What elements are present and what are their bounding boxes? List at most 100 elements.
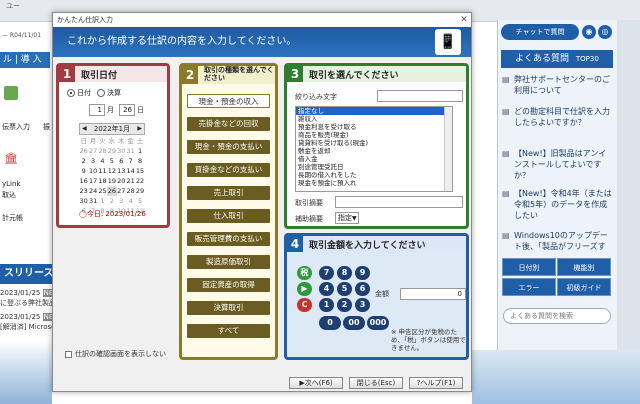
calendar-day[interactable]: 31 [88, 196, 97, 206]
calendar-day[interactable]: 22 [135, 176, 144, 186]
transaction-type-button-6[interactable]: 販売管理費の支払い [187, 232, 270, 246]
transaction-item[interactable]: 商品を販売(現金) [296, 131, 452, 139]
digit-key-00[interactable]: 00 [343, 316, 365, 330]
calendar-day[interactable]: 26 [79, 146, 88, 156]
transaction-item[interactable]: 長期の借入れをした [296, 171, 452, 179]
next-button[interactable]: ▶次へ(F6) [289, 377, 343, 389]
calendar-day[interactable]: 2 [107, 196, 116, 206]
calendar-day[interactable]: 27 [88, 146, 97, 156]
news-text[interactable]: [解消済] Microso [0, 322, 60, 332]
enter-key[interactable]: ▶ [297, 282, 312, 296]
faq-question-2[interactable]: 【New!】旧製品はアンインストールしてよいですか？ [502, 148, 612, 181]
transaction-type-button-4[interactable]: 売上取引 [187, 186, 270, 200]
calendar-day[interactable]: 21 [126, 176, 135, 186]
calendar-day[interactable]: 1 [135, 146, 144, 156]
faq-question-3[interactable]: 【New!】令和4年（または令和5年）のデータを作成したい [502, 188, 612, 221]
news-row[interactable]: 2023/01/25 NE [0, 312, 60, 322]
transaction-type-button-7[interactable]: 製造原価取引 [187, 255, 270, 269]
calendar-day[interactable]: 4 [126, 196, 135, 206]
next-month-icon[interactable]: ▶ [137, 124, 142, 134]
calendar-day[interactable]: 26 [107, 186, 117, 196]
transaction-type-button-1[interactable]: 売掛金などの回収 [187, 117, 270, 131]
calendar-day[interactable]: 2 [79, 156, 88, 166]
calendar-day[interactable]: 4 [98, 156, 107, 166]
digit-key-1[interactable]: 1 [319, 298, 334, 312]
calendar-day[interactable]: 23 [79, 186, 88, 196]
calendar-day[interactable]: 1 [98, 196, 107, 206]
transaction-item[interactable]: 雑収入 [296, 115, 452, 123]
calendar-day[interactable]: 8 [135, 156, 144, 166]
calendar-day[interactable]: 29 [107, 146, 116, 156]
calendar-day[interactable]: 27 [117, 186, 126, 196]
calendar-today[interactable]: ◯今日: 2023/01/26 [79, 209, 146, 219]
transaction-type-button-2[interactable]: 現金・預金の支払い [187, 140, 270, 154]
close-button[interactable]: 閉じる(Esc) [349, 377, 403, 389]
news-text[interactable]: に登ぶる弊社製品 [0, 298, 60, 308]
calendar-day[interactable]: 31 [126, 146, 135, 156]
transaction-type-button-5[interactable]: 仕入取引 [187, 209, 270, 223]
bg-label-1[interactable]: 振 [43, 122, 50, 132]
month-input[interactable]: 1 [89, 104, 105, 116]
calendar-day[interactable]: 18 [98, 176, 107, 186]
calendar-day[interactable]: 15 [135, 166, 144, 176]
faq-question-0[interactable]: 弊社サポートセンターのご利用について [502, 74, 612, 96]
transaction-item[interactable]: 敷金を返却 [296, 147, 452, 155]
beginner-guide-button[interactable]: 初級ガイド [557, 278, 611, 296]
radio-date[interactable]: 日付 [67, 88, 91, 98]
transaction-item[interactable]: 借入金 [296, 155, 452, 163]
summary-input[interactable] [335, 196, 463, 208]
calendar-day[interactable]: 3 [88, 156, 97, 166]
digit-key-8[interactable]: 8 [337, 266, 352, 280]
background-menu[interactable]: ル | 導 入 [0, 52, 50, 68]
transaction-list[interactable]: 指定なし 雑収入 預金利息を受け取る 商品を販売(現金) 貸貸料を受け取る(現金) 敷金を… [295, 106, 453, 192]
list-scrollbar[interactable] [444, 107, 452, 191]
filter-input[interactable] [377, 90, 463, 102]
calendar-day[interactable]: 3 [117, 196, 126, 206]
tax-key[interactable]: 税 [297, 266, 312, 280]
transaction-type-button-8[interactable]: 固定資産の取得 [187, 278, 270, 292]
chat-question-button[interactable]: チャットで質問 [501, 24, 579, 40]
calendar-day[interactable]: 13 [117, 166, 126, 176]
by-date-button[interactable]: 日付別 [502, 258, 556, 276]
faq-question-1[interactable]: どの勘定科目で仕訳を入力したらよいですか？ [502, 106, 612, 128]
settings-icon[interactable]: ◎ [598, 25, 612, 39]
calendar-day[interactable]: 16 [79, 176, 88, 186]
news-row[interactable]: 2023/01/25 NE [0, 288, 60, 298]
digit-key-4[interactable]: 4 [319, 282, 334, 296]
faq-search-input[interactable]: よくある質問を検索 [503, 308, 611, 324]
calendar-day[interactable]: 19 [107, 176, 116, 186]
digit-key-6[interactable]: 6 [355, 282, 370, 296]
help-button[interactable]: ?ヘルプ(F1) [409, 377, 463, 389]
digit-key-3[interactable]: 3 [355, 298, 370, 312]
transaction-item[interactable]: 別途管理受託日 [296, 163, 452, 171]
transaction-type-button-3[interactable]: 買掛金などの支払い [187, 163, 270, 177]
transaction-item[interactable]: 指定なし [296, 107, 452, 115]
aux-summary-select[interactable]: 指定▼ [335, 212, 359, 224]
bg-label-2[interactable]: yLink [2, 180, 20, 188]
calendar-day[interactable]: 30 [117, 146, 126, 156]
digit-key-9[interactable]: 9 [355, 266, 370, 280]
clear-key[interactable]: C [297, 298, 312, 312]
bg-label-0[interactable]: 伝票入力 [2, 122, 30, 132]
calendar-day[interactable]: 29 [135, 186, 144, 196]
digit-key-000[interactable]: 000 [367, 316, 389, 330]
calendar-day[interactable]: 5 [107, 156, 116, 166]
calendar-day[interactable]: 6 [117, 156, 126, 166]
transaction-type-button-10[interactable]: すべて [187, 324, 270, 338]
digit-key-0[interactable]: 0 [319, 316, 341, 330]
calendar-day[interactable]: 28 [98, 146, 107, 156]
calendar-day[interactable]: 25 [98, 186, 107, 196]
right-scrollbar[interactable] [617, 20, 640, 350]
calendar-day[interactable]: 10 [88, 166, 97, 176]
calendar-day[interactable]: 5 [135, 196, 144, 206]
calendar-day[interactable]: 9 [79, 166, 88, 176]
skip-confirm-checkbox[interactable]: 仕訳の確認画面を表示しない [65, 349, 166, 359]
calendar-day[interactable]: 11 [98, 166, 107, 176]
digit-key-5[interactable]: 5 [337, 282, 352, 296]
bg-label-3[interactable]: 取込 [2, 190, 16, 200]
calendar-day[interactable]: 14 [126, 166, 135, 176]
calendar-day[interactable]: 24 [88, 186, 97, 196]
close-icon[interactable]: ✕ [457, 13, 471, 27]
transaction-type-button-9[interactable]: 決算取引 [187, 301, 270, 315]
calendar-day[interactable]: 28 [126, 186, 135, 196]
